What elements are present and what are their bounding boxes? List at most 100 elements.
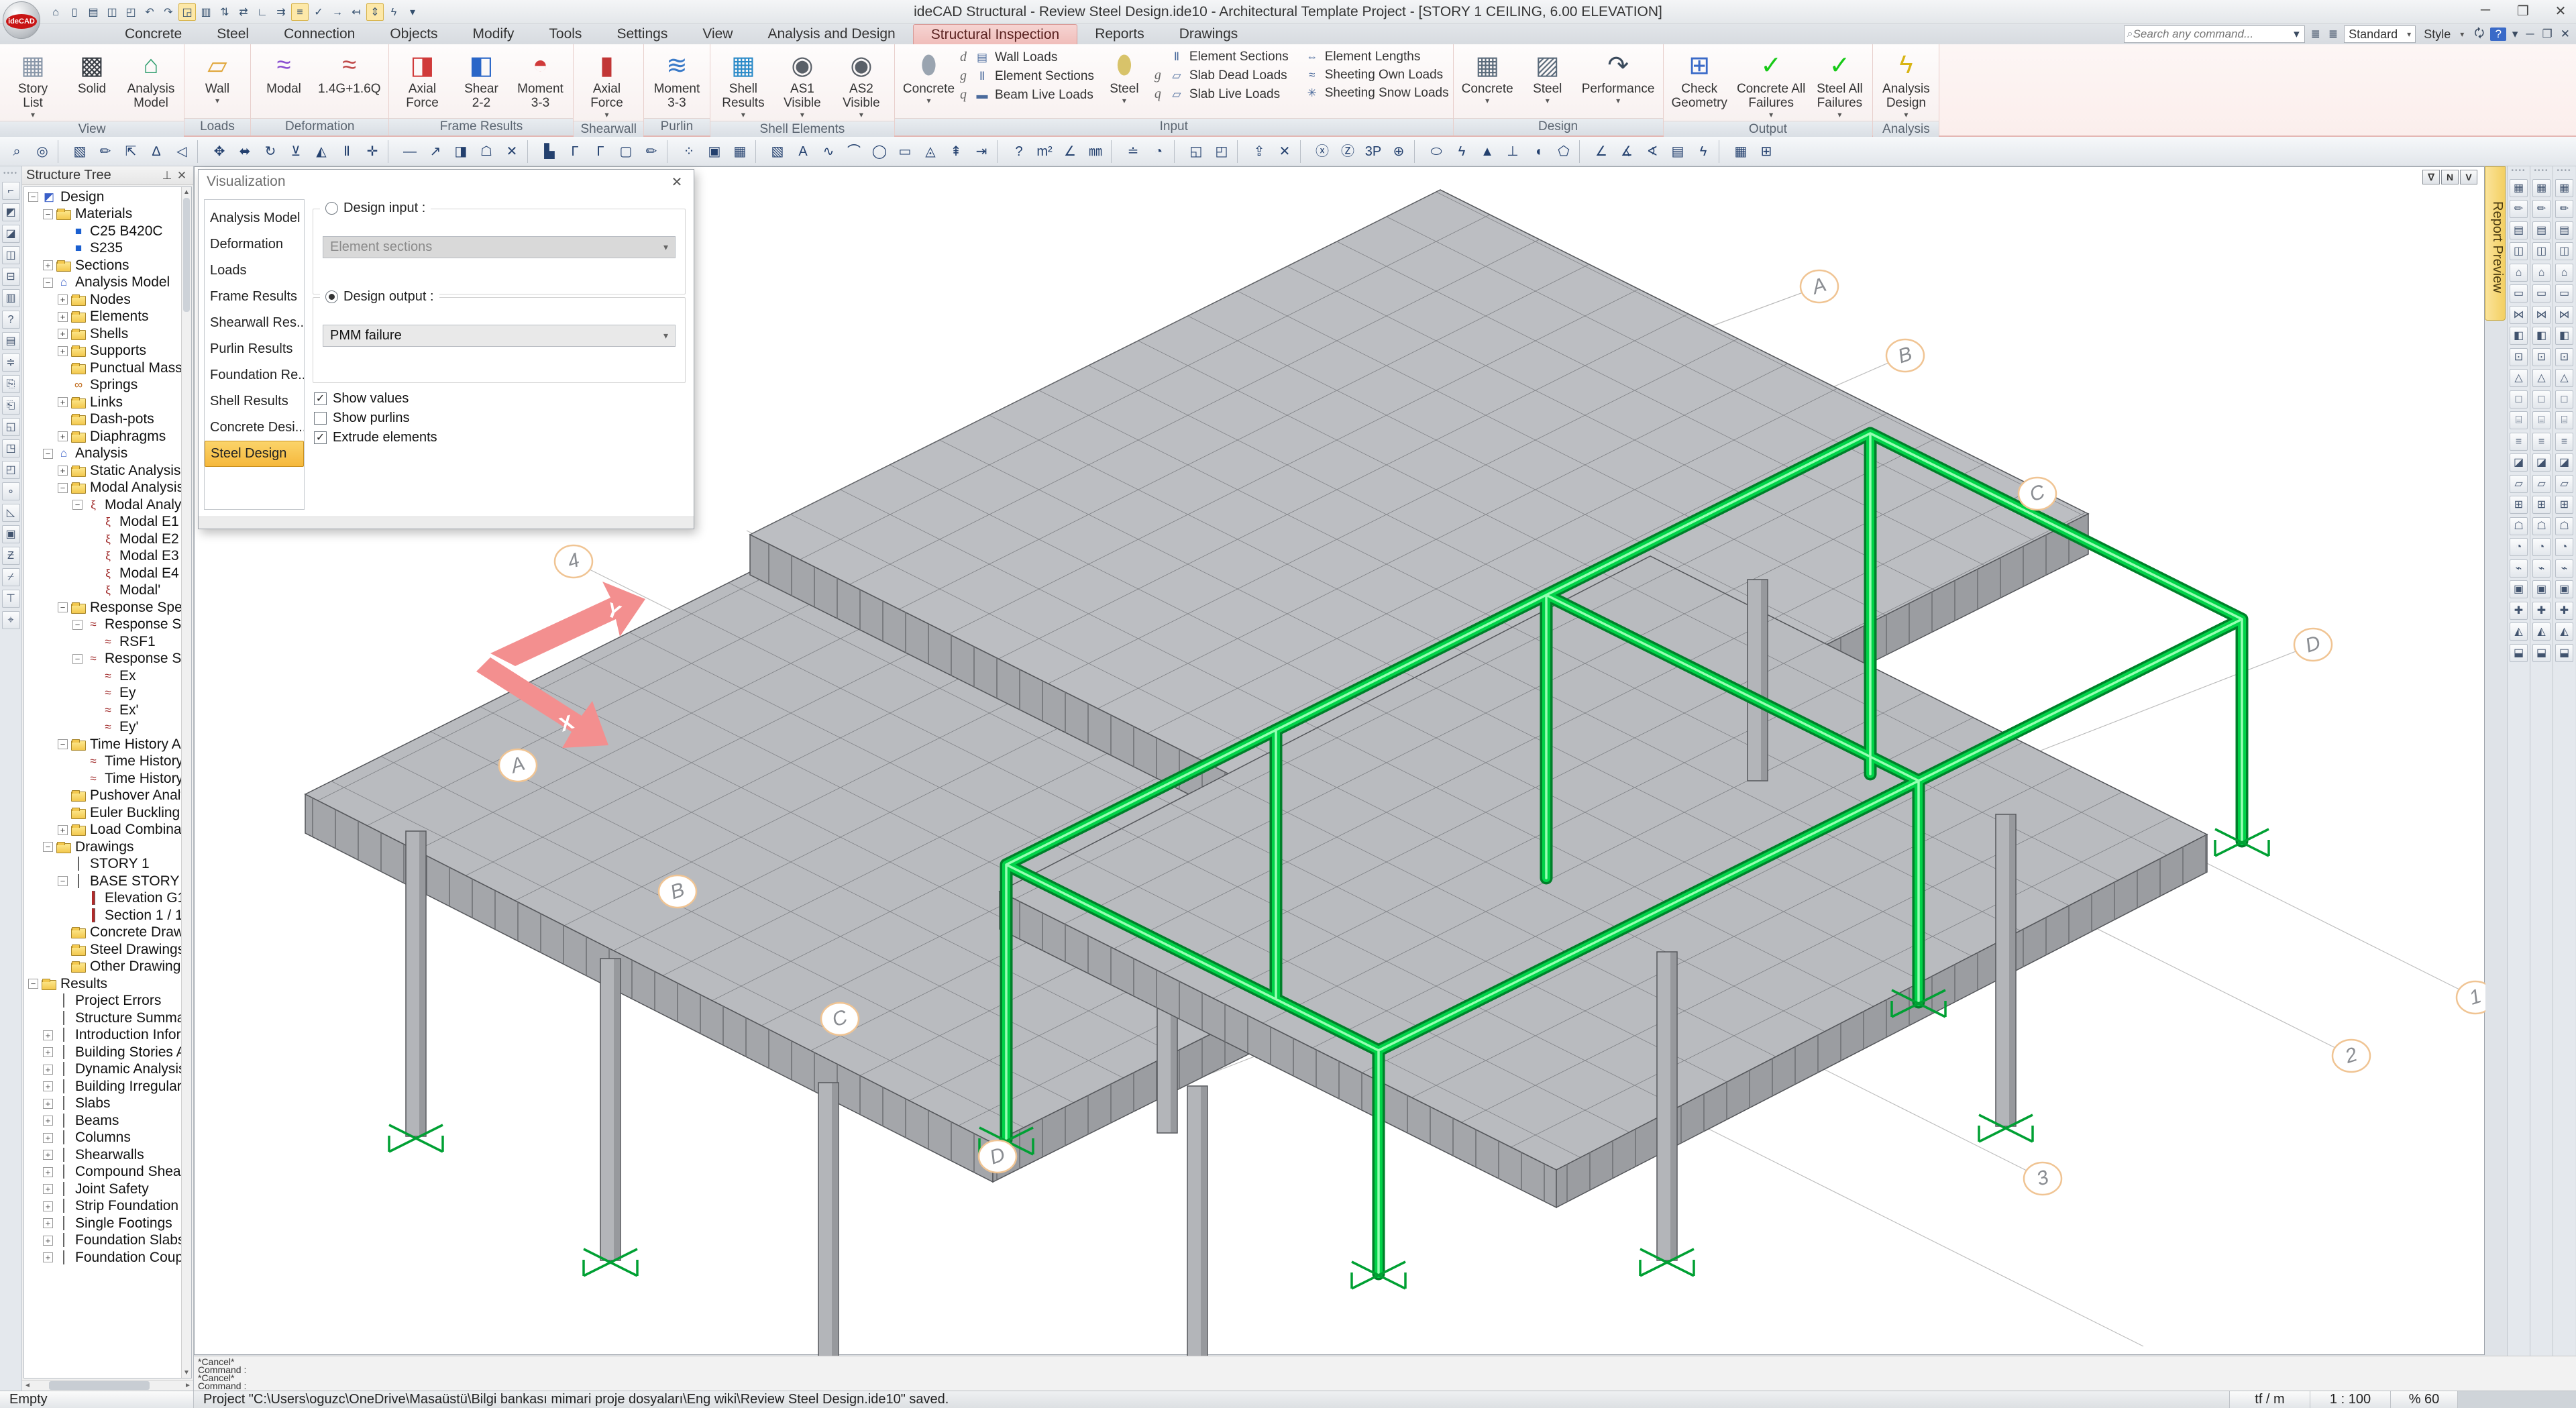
quick-access-icon[interactable]: ↤ (347, 3, 365, 21)
tool-icon[interactable]: ⊞ (2532, 496, 2551, 514)
dialog-nav-deformation[interactable]: Deformation (205, 231, 304, 258)
tool-icon[interactable]: ✏ (2532, 200, 2551, 218)
expander-icon[interactable]: + (43, 1252, 53, 1262)
quick-access-icon[interactable]: ↷ (160, 3, 177, 21)
tool-icon[interactable]: Γ (588, 140, 612, 164)
ribbon-item-element-lengths[interactable]: ⇔Element Lengths (1290, 50, 1449, 64)
tab-view[interactable]: View (685, 24, 750, 44)
expander-icon[interactable]: + (58, 397, 68, 407)
paint-icon[interactable]: 🗘 (2472, 25, 2486, 44)
tool-icon[interactable]: ✕ (1273, 140, 1297, 164)
ribbon-button-as1[interactable]: ◉AS1 Visible▾ (773, 47, 831, 121)
tool-icon[interactable]: ◔ (2555, 538, 2573, 556)
scroll-up-icon[interactable]: ▲ (182, 187, 191, 197)
tool-icon[interactable]: ↗ (423, 140, 447, 164)
tab-concrete[interactable]: Concrete (107, 24, 199, 44)
tab-analysis-and-design[interactable]: Analysis and Design (750, 24, 912, 44)
tree-item-other-drawings[interactable]: Other Drawings (24, 959, 181, 976)
n-button[interactable]: N (2441, 170, 2459, 184)
tool-icon[interactable]: ▤ (2555, 221, 2573, 239)
tool-icon[interactable]: ▣ (2510, 580, 2528, 598)
tree-item-single-footings[interactable]: +Single Footings (24, 1215, 181, 1232)
expander-icon[interactable]: + (43, 1150, 53, 1160)
quick-access-icon[interactable]: ⇄ (235, 3, 252, 21)
expander-icon[interactable]: + (58, 466, 68, 476)
tool-icon[interactable]: ◫ (2532, 242, 2551, 260)
tree-item-modal-e2[interactable]: ξModal E2 (24, 531, 181, 548)
tool-icon[interactable]: ◪ (2532, 453, 2551, 472)
scroll-thumb[interactable] (183, 198, 190, 312)
tool-icon[interactable]: m² (1032, 140, 1057, 164)
tool-icon[interactable]: ✚ (2510, 602, 2528, 620)
expander-icon[interactable]: − (72, 500, 83, 510)
ribbon-button-shell[interactable]: ▦Shell Results▾ (714, 47, 772, 121)
tool-icon[interactable]: ⇪ (1247, 140, 1271, 164)
tool-icon[interactable]: □ (2510, 390, 2528, 409)
tree-item-columns[interactable]: +Columns (24, 1130, 181, 1147)
tree-item-ey[interactable]: ≈Ey (24, 685, 181, 702)
expander-icon[interactable]: + (58, 346, 68, 356)
tree-item-sections[interactable]: +Sections (24, 257, 181, 274)
tool-icon[interactable]: ↻ (258, 140, 282, 164)
expander-icon[interactable]: − (43, 449, 53, 459)
tree-item-punctual-masses[interactable]: Punctual Masses (24, 360, 181, 377)
tool-icon[interactable]: ▲ (1475, 140, 1499, 164)
checkbox-extrude-elements[interactable]: ✓Extrude elements (314, 430, 437, 445)
tool-icon[interactable]: ◁ (170, 140, 194, 164)
tool-icon[interactable]: ⊞ (1754, 140, 1778, 164)
tool-icon[interactable]: ∿ (816, 140, 841, 164)
tree-item-compound-shearw[interactable]: +Compound Shearw (24, 1164, 181, 1181)
tool-icon[interactable]: Γ (563, 140, 587, 164)
tool-icon[interactable]: ◫ (2, 246, 20, 264)
tool-icon[interactable]: ⌿ (2, 568, 20, 586)
expander-icon[interactable]: − (72, 654, 83, 664)
tool-icon[interactable]: ⬓ (2510, 644, 2528, 662)
tree-item-time-history-ca[interactable]: ≈Time History Ca (24, 770, 181, 788)
tool-icon[interactable]: ☖ (2532, 517, 2551, 535)
tool-icon[interactable]: ▢ (614, 140, 638, 164)
standard-combo[interactable]: Standard▾ (2344, 25, 2416, 43)
tool-icon[interactable]: ◭ (309, 140, 333, 164)
expander-icon[interactable]: − (58, 483, 68, 493)
expander-icon[interactable]: − (28, 979, 38, 989)
tool-icon[interactable]: ◬ (918, 140, 943, 164)
tree-item-shearwalls[interactable]: +Shearwalls (24, 1146, 181, 1164)
tool-icon[interactable]: ▭ (2555, 284, 2573, 303)
checkbox-icon[interactable]: ✓ (314, 392, 327, 405)
quick-access-icon[interactable]: ◲ (178, 3, 196, 21)
ribbon-button-moment[interactable]: ◓Moment 3-3 (511, 47, 569, 118)
tree-item-springs[interactable]: ∞Springs (24, 377, 181, 394)
tool-icon[interactable]: ◔ (1146, 140, 1171, 164)
tab-settings[interactable]: Settings (599, 24, 685, 44)
expander-icon[interactable]: − (58, 876, 68, 886)
tool-icon[interactable]: ◭ (2532, 622, 2551, 641)
quick-access-icon[interactable]: ✓ (310, 3, 327, 21)
tree-item-supports[interactable]: +Supports (24, 343, 181, 360)
tool-icon[interactable]: ⬓ (2532, 644, 2551, 662)
tool-icon[interactable]: ∢ (1640, 140, 1664, 164)
tool-icon[interactable]: ◪ (2, 225, 20, 243)
status-scale[interactable]: 1 : 100 (2310, 1391, 2391, 1408)
dialog-nav-foundation-re-[interactable]: Foundation Re... (205, 362, 304, 388)
mdi-restore-icon[interactable]: ❐ (2540, 28, 2555, 41)
tree-item-project-errors[interactable]: Project Errors (24, 993, 181, 1010)
tool-icon[interactable]: ⌕ (5, 140, 29, 164)
quick-access-icon[interactable]: → (329, 3, 346, 21)
tree-item-links[interactable]: +Links (24, 394, 181, 411)
tree-item-dynamic-analysis[interactable]: +Dynamic Analysis (24, 1061, 181, 1079)
tool-icon[interactable]: ∘ (2, 482, 20, 500)
tool-icon[interactable]: ▭ (2532, 284, 2551, 303)
checkbox-show-purlins[interactable]: Show purlins (314, 411, 410, 426)
dialog-nav-steel-design[interactable]: Steel Design (205, 441, 304, 467)
quick-access-icon[interactable]: ⇅ (216, 3, 233, 21)
tool-icon[interactable]: ✛ (360, 140, 384, 164)
tree-item-base-story[interactable]: −BASE STORY (24, 873, 181, 890)
tool-icon[interactable]: ▦ (728, 140, 752, 164)
tool-icon[interactable]: ⎗ (2, 396, 20, 415)
ribbon-button-story[interactable]: ▦Story List▾ (4, 47, 62, 121)
tree-item-modal-analysis[interactable]: −ξModal Analysis (24, 496, 181, 514)
tab-connection[interactable]: Connection (266, 24, 372, 44)
expander-icon[interactable]: + (58, 312, 68, 322)
style-dropdown[interactable]: Style▾ (2420, 25, 2468, 43)
tree-item-strip-foundation[interactable]: +Strip Foundation (24, 1198, 181, 1215)
